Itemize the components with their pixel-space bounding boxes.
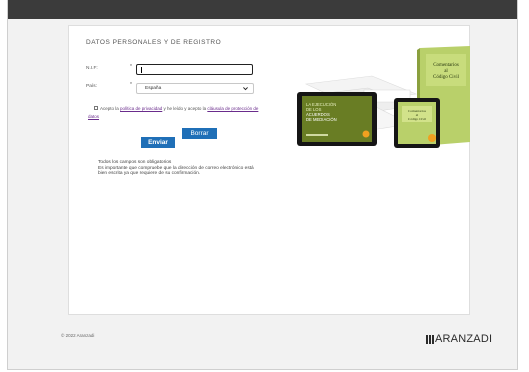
pais-selected-value: España: [145, 86, 162, 91]
logo-text: ARANZADI: [435, 333, 493, 345]
consent-text: Acepto la política de privacidad y he le…: [88, 105, 270, 120]
pais-label: País:: [86, 84, 97, 89]
consent-middle: y he leído y acepto la: [162, 106, 208, 111]
nif-required-mark: *: [130, 64, 132, 70]
logo-bars-icon: [426, 335, 434, 344]
browser-viewport: DATOS PERSONALES Y DE REGISTRO N.I.F: * …: [7, 0, 518, 370]
copyright-text: © 2022 Aranzadi: [61, 333, 95, 338]
book-title-line: Código Civil: [433, 75, 460, 80]
tablet-left: LA EJECUCIÓN DE LOS ACUERDOS DE MEDIACIÓ…: [297, 92, 377, 146]
reset-button[interactable]: Borrar: [182, 128, 217, 139]
tablet-title-line: DE MEDIACIÓN: [306, 117, 337, 122]
consent-prefix: Acepto la: [100, 106, 121, 111]
registration-card: DATOS PERSONALES Y DE REGISTRO N.I.F: * …: [68, 25, 470, 315]
pais-required-mark: *: [130, 82, 132, 88]
form-title: DATOS PERSONALES Y DE REGISTRO: [86, 39, 222, 46]
form-notes: Todos los campos son obligatorios Es imp…: [98, 160, 318, 177]
tablet-title-line: Código Civil: [408, 117, 426, 121]
note-line: bien escrita ya que requiere de su confi…: [98, 171, 201, 177]
book-title-line: al: [444, 69, 448, 74]
nif-label: N.I.F:: [86, 66, 98, 71]
book-title-line: Comentarios: [433, 63, 459, 68]
chevron-down-icon: [243, 87, 248, 91]
privacy-policy-link[interactable]: política de privacidad: [120, 106, 162, 111]
text-caret: [141, 67, 142, 73]
tablet-right: Comentarios al Código Civil: [394, 98, 440, 148]
aranzadi-logo: ARANZADI: [426, 334, 492, 345]
promo-image: Comentarios al Código Civil LA EJECUCIÓN…: [297, 46, 470, 148]
nif-input[interactable]: [136, 64, 253, 75]
top-bar: [8, 0, 517, 19]
submit-button[interactable]: Enviar: [141, 137, 175, 148]
pais-select[interactable]: España: [136, 83, 254, 94]
